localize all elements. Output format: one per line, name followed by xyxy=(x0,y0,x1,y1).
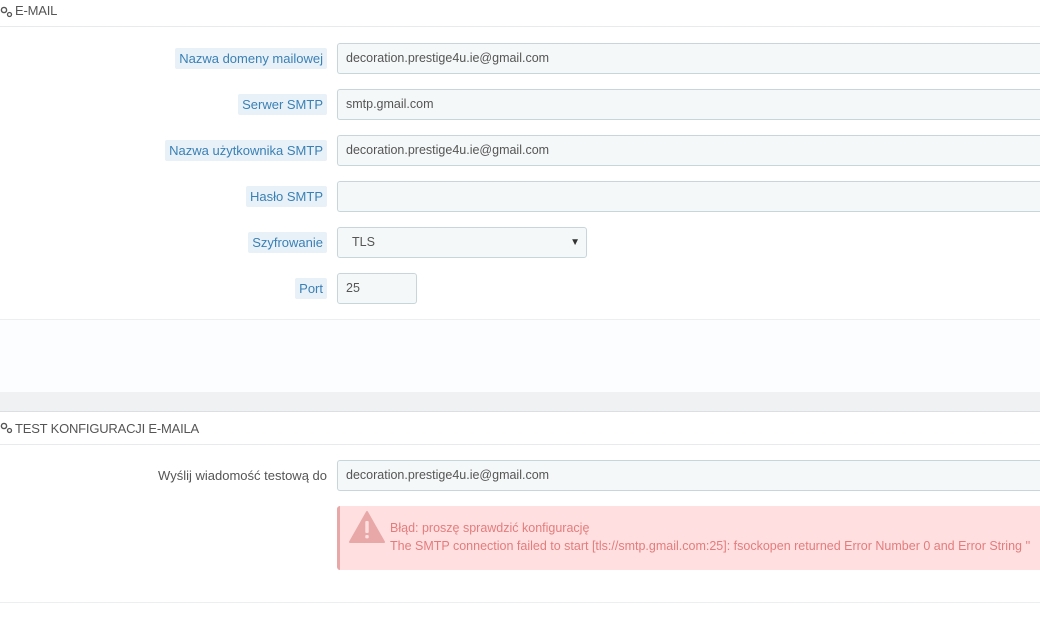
smtp-user-label: Nazwa użytkownika SMTP xyxy=(165,140,327,161)
form-row-port: Port 25 xyxy=(0,273,1040,304)
warning-triangle-icon xyxy=(349,511,385,543)
encryption-select[interactable]: TLS ▼ xyxy=(337,227,587,258)
test-panel-heading: TEST KONFIGURACJI E-MAILA xyxy=(0,412,1040,445)
domain-label: Nazwa domeny mailowej xyxy=(175,48,327,69)
divider xyxy=(0,602,1040,603)
port-label: Port xyxy=(295,278,327,299)
test-recipient-input[interactable]: decoration.prestige4u.ie@gmail.com xyxy=(337,460,1040,491)
form-row-test-recipient: Wyślij wiadomość testową do decoration.p… xyxy=(0,460,1040,491)
form-row-smtp-user: Nazwa użytkownika SMTP decoration.presti… xyxy=(0,135,1040,166)
test-panel: TEST KONFIGURACJI E-MAILA Wyślij wiadomo… xyxy=(0,411,1040,635)
domain-input[interactable]: decoration.prestige4u.ie@gmail.com xyxy=(337,43,1040,74)
cogs-icon xyxy=(0,422,13,434)
email-panel-heading: E-MAIL xyxy=(0,0,1040,27)
form-row-encryption: Szyfrowanie TLS ▼ xyxy=(0,227,1040,258)
error-alert: Błąd: proszę sprawdzić konfigurację The … xyxy=(337,506,1040,570)
test-recipient-label: Wyślij wiadomość testową do xyxy=(158,468,327,483)
encryption-label: Szyfrowanie xyxy=(248,232,327,253)
caret-down-icon: ▼ xyxy=(570,237,580,248)
email-panel-footer xyxy=(0,319,1040,392)
smtp-user-input[interactable]: decoration.prestige4u.ie@gmail.com xyxy=(337,135,1040,166)
smtp-password-label: Hasło SMTP xyxy=(246,186,327,207)
encryption-selected-value: TLS xyxy=(352,235,375,249)
form-row-smtp-server: Serwer SMTP smtp.gmail.com xyxy=(0,89,1040,120)
smtp-server-input[interactable]: smtp.gmail.com xyxy=(337,89,1040,120)
port-input[interactable]: 25 xyxy=(337,273,417,304)
smtp-password-input[interactable] xyxy=(337,181,1040,212)
test-panel-title: TEST KONFIGURACJI E-MAILA xyxy=(15,420,200,436)
email-panel: E-MAIL Nazwa domeny mailowej decoration.… xyxy=(0,0,1040,392)
form-row-smtp-password: Hasło SMTP xyxy=(0,181,1040,212)
cogs-icon xyxy=(0,6,13,18)
alert-message: The SMTP connection failed to start [tls… xyxy=(390,539,1031,553)
form-row-domain: Nazwa domeny mailowej decoration.prestig… xyxy=(0,43,1040,74)
smtp-server-label: Serwer SMTP xyxy=(238,94,327,115)
alert-title: Błąd: proszę sprawdzić konfigurację xyxy=(390,521,590,535)
email-panel-title: E-MAIL xyxy=(15,3,58,18)
